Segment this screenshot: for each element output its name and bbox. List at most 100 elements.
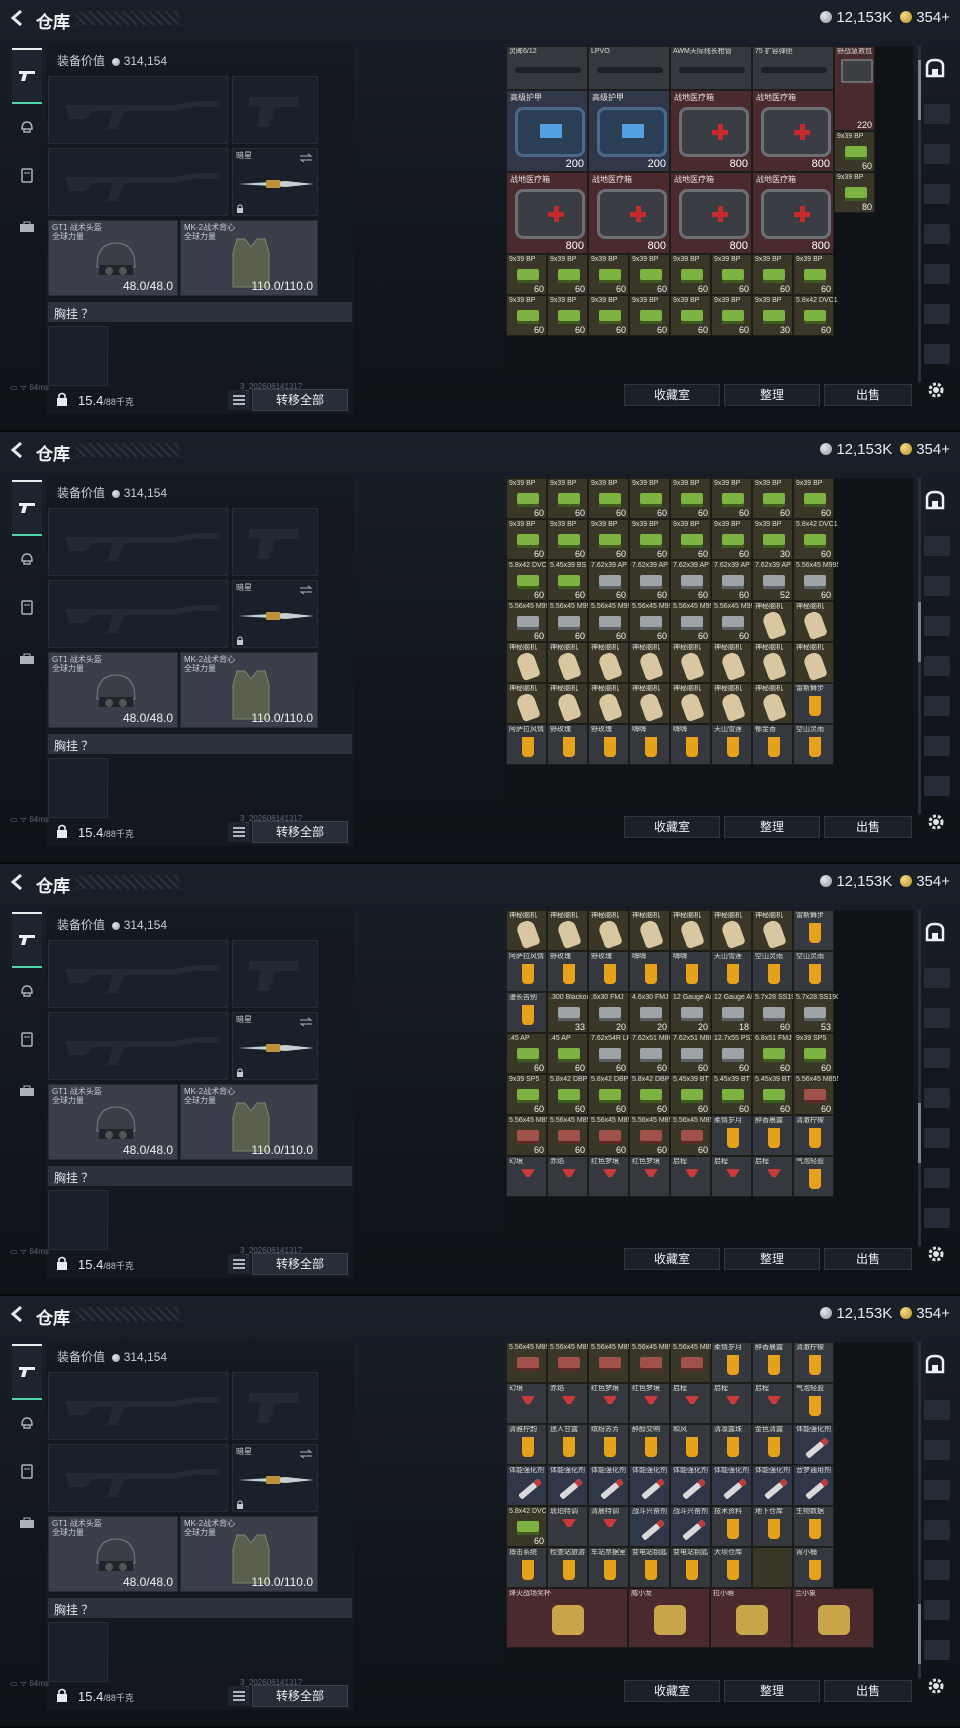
backpack-tab[interactable]: [924, 490, 950, 510]
stash-item[interactable]: 幻境: [506, 1156, 547, 1197]
stash-item[interactable]: 神秘脑机: [588, 910, 629, 951]
tab-weapons[interactable]: [12, 912, 42, 968]
stash-item[interactable]: 4.6x30 FMJ 20: [629, 992, 670, 1033]
stash-item[interactable]: 9x39 BP 60: [711, 295, 752, 336]
gold-currency[interactable]: 354+: [900, 9, 950, 26]
chest-rig-slot[interactable]: [48, 1622, 108, 1682]
stash-item[interactable]: .45 AP 60: [547, 1033, 588, 1074]
rail-item-1[interactable]: [924, 536, 950, 556]
stash-item[interactable]: 启程: [711, 1156, 752, 1197]
stash-item[interactable]: 天山雪莲: [711, 951, 752, 992]
stash-item[interactable]: 红色梦境: [588, 1383, 629, 1424]
helmet-slot[interactable]: GT1 战术头盔 全球力量 48.0/48.0: [48, 652, 178, 728]
stash-item[interactable]: 神秘脑机: [793, 642, 834, 683]
stash-item[interactable]: 琥珀特调: [547, 1506, 588, 1547]
stash-item[interactable]: 嗨嗨: [670, 951, 711, 992]
stash-item[interactable]: 高级护甲 200: [506, 90, 588, 172]
stash-item[interactable]: 神秘脑机: [588, 683, 629, 724]
stash-item[interactable]: 9x39 BP 60: [588, 295, 629, 336]
stash-item[interactable]: 神秘脑机: [547, 642, 588, 683]
silver-currency[interactable]: 12,153K: [820, 873, 892, 890]
swap-icon[interactable]: [299, 1449, 313, 1459]
tab-case[interactable]: [14, 648, 40, 670]
stash-item[interactable]: AWM天际线长枪管: [670, 46, 752, 90]
stash-item[interactable]: 9x39 BP 60: [711, 519, 752, 560]
stash-item[interactable]: 9x39 BP 30: [752, 295, 793, 336]
pistol-slot[interactable]: [232, 1372, 318, 1440]
stash-item[interactable]: 空山灵雨: [752, 951, 793, 992]
melee-slot[interactable]: 暗星: [232, 1444, 318, 1512]
stash-item[interactable]: 9x39 BP 60: [711, 478, 752, 519]
stash-item[interactable]: 体能强化剂: [752, 1465, 793, 1506]
stash-item[interactable]: 雷斯舞步: [793, 683, 834, 724]
stash-item[interactable]: 9x39 BP 30: [752, 519, 793, 560]
rail-item-1[interactable]: [924, 1400, 950, 1420]
chest-rig-header[interactable]: 胸挂 ？: [48, 1166, 352, 1186]
stash-item[interactable]: 9x39 BP 60: [711, 254, 752, 295]
rail-item-5[interactable]: [924, 1128, 950, 1148]
backpack-tab[interactable]: [924, 58, 950, 78]
stash-item[interactable]: 5.45x39 BT 60: [670, 1074, 711, 1115]
melee-slot[interactable]: 暗星: [232, 148, 318, 216]
rail-item-4[interactable]: [924, 1088, 950, 1108]
stash-item[interactable]: .45 AP 60: [506, 1033, 547, 1074]
stash-item[interactable]: 漫长告别: [506, 992, 547, 1033]
stash-item[interactable]: 清澈柠檬: [793, 1342, 834, 1383]
gear-icon[interactable]: [926, 380, 946, 400]
chest-rig-slot[interactable]: [48, 1190, 108, 1250]
stash-item[interactable]: 神秘脑机: [711, 683, 752, 724]
tab-weapons[interactable]: [12, 480, 42, 536]
stash-item[interactable]: 野战急救包 220: [834, 46, 875, 131]
stash-item[interactable]: 9x39 BP 60: [752, 254, 793, 295]
stash-item[interactable]: 5.56x45 M855A1: [629, 1342, 674, 1383]
stash-item[interactable]: 体能强化剂: [588, 1465, 629, 1506]
chest-rig-slot[interactable]: [48, 326, 108, 386]
swap-icon[interactable]: [299, 585, 313, 595]
rail-item-3[interactable]: [924, 616, 950, 636]
gold-currency[interactable]: 354+: [900, 873, 950, 890]
chest-rig-slot[interactable]: [48, 758, 108, 818]
stash-item[interactable]: 神秘脑机: [711, 910, 752, 951]
stash-item[interactable]: 5.56x45 M995 60: [670, 601, 715, 642]
primary-weapon-slot[interactable]: [48, 1372, 228, 1440]
stash-item[interactable]: 5.56x45 M855A1 60: [629, 1115, 674, 1156]
stash-item[interactable]: 变电站钥匙: [670, 1547, 711, 1588]
sell-button[interactable]: 出售: [824, 816, 912, 838]
stash-item[interactable]: 金色清露: [752, 1424, 793, 1465]
stash-item[interactable]: 神秘脑机: [670, 683, 711, 724]
silver-currency[interactable]: 12,153K: [820, 9, 892, 26]
rail-item-5[interactable]: [924, 1560, 950, 1580]
stash-item[interactable]: 地下仓库: [752, 1506, 793, 1547]
stash-item[interactable]: 和风: [670, 1424, 711, 1465]
stash-item[interactable]: 醉醇交响: [629, 1424, 670, 1465]
stash-item[interactable]: 醉香晨露: [752, 1342, 793, 1383]
stash-item[interactable]: 空山灵雨: [793, 724, 834, 765]
collection-button[interactable]: 收藏室: [624, 1680, 720, 1702]
stash-item[interactable]: 神秘脑机: [752, 910, 793, 951]
stash-item[interactable]: 5.8x42 DBP10 60: [629, 1074, 674, 1115]
gear-icon[interactable]: [926, 1676, 946, 1696]
rail-item-7[interactable]: [924, 776, 950, 796]
primary-weapon-slot[interactable]: [48, 508, 228, 576]
stash-item[interactable]: 红色梦境: [629, 1156, 670, 1197]
stash-item[interactable]: 检查站旅游: [547, 1547, 588, 1588]
back-icon[interactable]: [10, 441, 24, 459]
secondary-weapon-slot[interactable]: [48, 148, 228, 216]
stash-item[interactable]: 9x39 BP 60: [629, 519, 670, 560]
rail-item-1[interactable]: [924, 968, 950, 988]
lock-icon[interactable]: [56, 1256, 68, 1270]
stash-item[interactable]: 启程: [752, 1383, 793, 1424]
stash-item[interactable]: 9x39 BP 60: [629, 295, 670, 336]
stash-item[interactable]: 5.56x45 M855A1 60: [588, 1115, 633, 1156]
stash-item[interactable]: 空山灵雨: [793, 951, 834, 992]
transfer-all-button[interactable]: 转移全部: [252, 821, 348, 843]
stash-item[interactable]: 变电站钥匙: [629, 1547, 670, 1588]
tab-weapons[interactable]: [12, 48, 42, 104]
vest-slot[interactable]: MK-2战术背心 全球力量 110.0/110.0: [180, 1516, 318, 1592]
lock-icon[interactable]: [56, 1688, 68, 1702]
stash-item[interactable]: 神秘脑机: [506, 683, 547, 724]
melee-slot[interactable]: 暗星: [232, 580, 318, 648]
collectible-item[interactable]: 烽火战场奖杯: [506, 1588, 628, 1648]
stash-item[interactable]: 神秘脑机: [547, 683, 588, 724]
stash-item[interactable]: 7.62x39 AP 60: [588, 560, 629, 601]
